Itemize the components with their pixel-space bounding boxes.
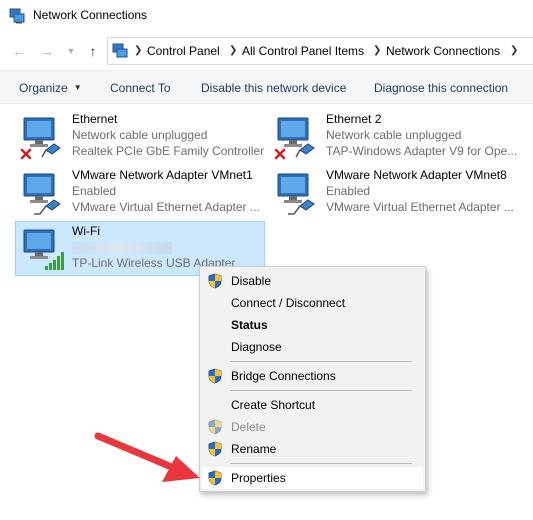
- uac-shield-icon: [208, 368, 222, 384]
- up-arrow-icon[interactable]: ↑: [84, 42, 102, 60]
- connection-name: Ethernet: [72, 112, 118, 126]
- menu-item-connect-disconnect[interactable]: Connect / Disconnect: [202, 292, 423, 314]
- uac-shield-icon: [208, 441, 222, 457]
- red-x-icon: [20, 148, 32, 160]
- connection-device: TAP-Windows Adapter V9 for Ope...: [326, 144, 518, 158]
- connection-ethernet-2[interactable]: Ethernet 2 Network cable unplugged TAP-W…: [270, 110, 520, 164]
- network-connections-icon: [9, 8, 25, 24]
- control-panel-icon: [112, 43, 128, 58]
- connection-status: Enabled: [72, 184, 117, 198]
- connection-status: Network cable unplugged: [72, 128, 208, 142]
- network-adapter-icon: [23, 173, 61, 215]
- menu-item-rename[interactable]: Rename: [202, 438, 423, 460]
- connection-vmnet1[interactable]: VMware Network Adapter VMnet1 Enabled VM…: [16, 166, 266, 220]
- connection-name: Ethernet 2: [326, 112, 382, 126]
- network-adapter-icon: [277, 173, 315, 215]
- uac-shield-icon: [208, 419, 222, 435]
- menu-item-delete: Delete: [202, 416, 423, 438]
- menu-item-status[interactable]: Status: [202, 314, 423, 336]
- signal-bars-icon: [45, 252, 64, 270]
- diagnose-connection-button[interactable]: Diagnose this connection: [374, 81, 508, 95]
- connection-device: VMware Virtual Ethernet Adapter ...: [326, 200, 514, 214]
- connection-name: VMware Network Adapter VMnet1: [72, 168, 253, 182]
- redacted-network-name: [72, 242, 172, 254]
- menu-item-properties[interactable]: Properties: [202, 467, 423, 489]
- connection-ethernet[interactable]: Ethernet Network cable unplugged Realtek…: [16, 110, 266, 164]
- menu-item-bridge-connections[interactable]: Bridge Connections: [202, 365, 423, 387]
- connect-to-button[interactable]: Connect To: [110, 81, 171, 95]
- menu-label: Delete: [231, 420, 266, 434]
- chevron-down-icon: ▼: [73, 83, 82, 92]
- context-menu: Disable Connect / Disconnect Status Diag…: [199, 266, 426, 492]
- back-arrow-icon[interactable]: ←: [10, 42, 28, 60]
- breadcrumb-separator-icon[interactable]: ❯: [510, 45, 518, 56]
- disable-device-button[interactable]: Disable this network device: [201, 81, 346, 95]
- menu-separator: [230, 390, 412, 391]
- command-bar: Organize ▼ Connect To Disable this networ…: [0, 70, 533, 104]
- menu-item-disable[interactable]: Disable: [202, 270, 423, 292]
- address-bar: ← → ▼ ↑ ❯ Control Panel ❯ All Control Pa…: [0, 34, 533, 68]
- breadcrumb-network-connections[interactable]: Network Connections: [386, 44, 500, 58]
- connection-name: Wi-Fi: [72, 224, 100, 238]
- menu-item-diagnose[interactable]: Diagnose: [202, 336, 423, 358]
- breadcrumb-control-panel[interactable]: Control Panel: [147, 44, 220, 58]
- breadcrumb-separator-icon[interactable]: ❯: [373, 45, 381, 56]
- window-title: Network Connections: [33, 8, 148, 22]
- organize-button[interactable]: Organize ▼: [19, 81, 82, 95]
- menu-item-create-shortcut[interactable]: Create Shortcut: [202, 394, 423, 416]
- breadcrumb-separator-icon[interactable]: ❯: [134, 45, 142, 56]
- menu-label: Status: [231, 318, 268, 332]
- connection-vmnet8[interactable]: VMware Network Adapter VMnet8 Enabled VM…: [270, 166, 520, 220]
- address-box[interactable]: ❯ Control Panel ❯ All Control Panel Item…: [107, 37, 533, 65]
- menu-label: Connect / Disconnect: [231, 296, 346, 310]
- title-bar: Network Connections: [0, 0, 533, 32]
- menu-label: Create Shortcut: [231, 398, 316, 412]
- connection-status: Network cable unplugged: [326, 128, 462, 142]
- menu-separator: [230, 463, 412, 464]
- forward-arrow-icon[interactable]: →: [38, 42, 56, 60]
- recent-locations-chevron-icon[interactable]: ▼: [62, 42, 80, 60]
- red-x-icon: [274, 148, 286, 160]
- menu-separator: [230, 361, 412, 362]
- menu-label: Bridge Connections: [231, 369, 336, 383]
- uac-shield-icon: [208, 470, 222, 486]
- menu-label: Rename: [231, 442, 277, 456]
- uac-shield-icon: [208, 273, 222, 289]
- red-arrow-icon: [94, 432, 200, 482]
- breadcrumb-separator-icon[interactable]: ❯: [229, 45, 237, 56]
- connection-status: Enabled: [326, 184, 371, 198]
- breadcrumb-all-items[interactable]: All Control Panel Items: [242, 44, 364, 58]
- menu-label: Properties: [231, 471, 286, 485]
- connection-device: Realtek PCIe GbE Family Controller: [72, 144, 265, 158]
- organize-label: Organize: [19, 81, 68, 95]
- menu-label: Diagnose: [231, 340, 282, 354]
- connection-device: VMware Virtual Ethernet Adapter ...: [72, 200, 260, 214]
- menu-label: Disable: [231, 274, 272, 288]
- connection-name: VMware Network Adapter VMnet8: [326, 168, 507, 182]
